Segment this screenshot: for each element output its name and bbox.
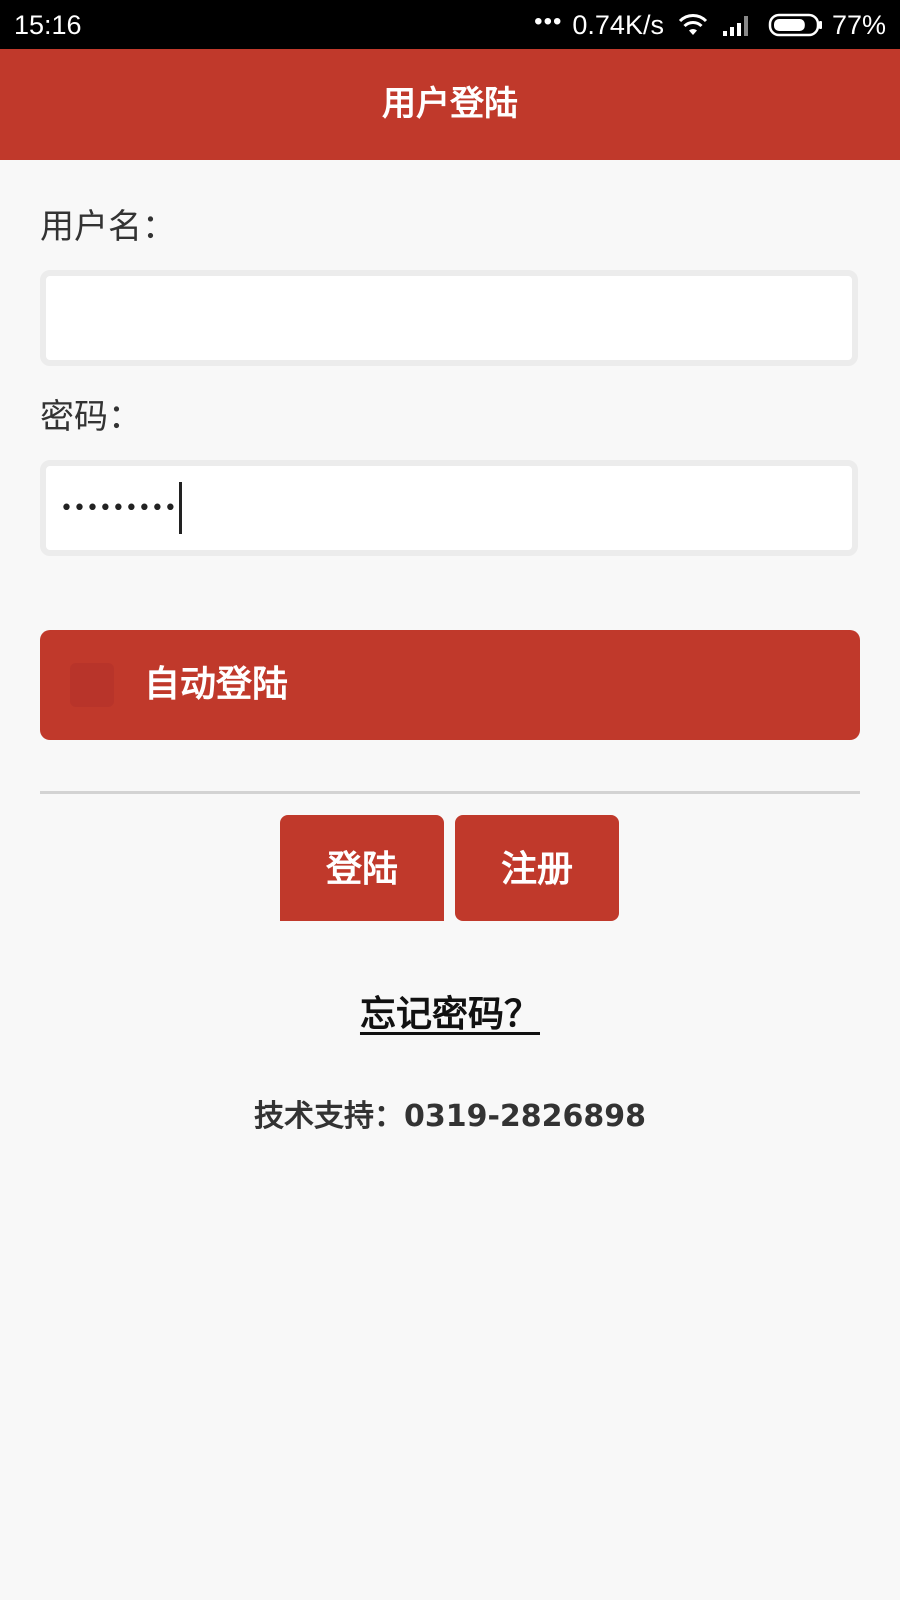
username-label: 用户名：	[40, 207, 176, 247]
login-button[interactable]: 登陆	[280, 815, 444, 921]
app-header: 用户登陆	[0, 49, 900, 160]
wifi-icon	[678, 14, 708, 35]
status-dots: •••	[534, 8, 563, 35]
password-field[interactable]: •••••••••	[40, 460, 858, 556]
text-caret	[178, 482, 182, 534]
status-right-group: ••• 0.74K/s 77%	[534, 8, 886, 41]
support-text: 技术支持：0319-2826898	[253, 1099, 647, 1134]
username-field-wrapper	[40, 270, 858, 366]
divider	[40, 791, 860, 794]
battery-icon	[768, 13, 822, 37]
status-bar: 15:16 ••• 0.74K/s 77%	[0, 0, 900, 49]
signal-icon	[722, 16, 748, 36]
battery-percent: 77%	[831, 10, 886, 40]
auto-login-label: 自动登陆	[144, 664, 289, 705]
username-input[interactable]	[46, 276, 852, 360]
forgot-password-link[interactable]: 忘记密码？	[360, 994, 540, 1035]
auto-login-checkbox[interactable]	[70, 663, 114, 707]
password-label: 密码：	[40, 397, 142, 437]
status-time: 15:16	[14, 10, 82, 40]
forgot-password-row: 忘记密码？	[0, 990, 900, 1040]
page-title: 用户登陆	[382, 84, 518, 124]
network-speed: 0.74K/s	[572, 10, 664, 40]
auto-login-toggle[interactable]: 自动登陆	[40, 630, 860, 740]
register-button[interactable]: 注册	[455, 815, 619, 921]
password-display: •••••••••	[60, 466, 182, 550]
password-masked-value: •••••••••	[60, 495, 177, 521]
